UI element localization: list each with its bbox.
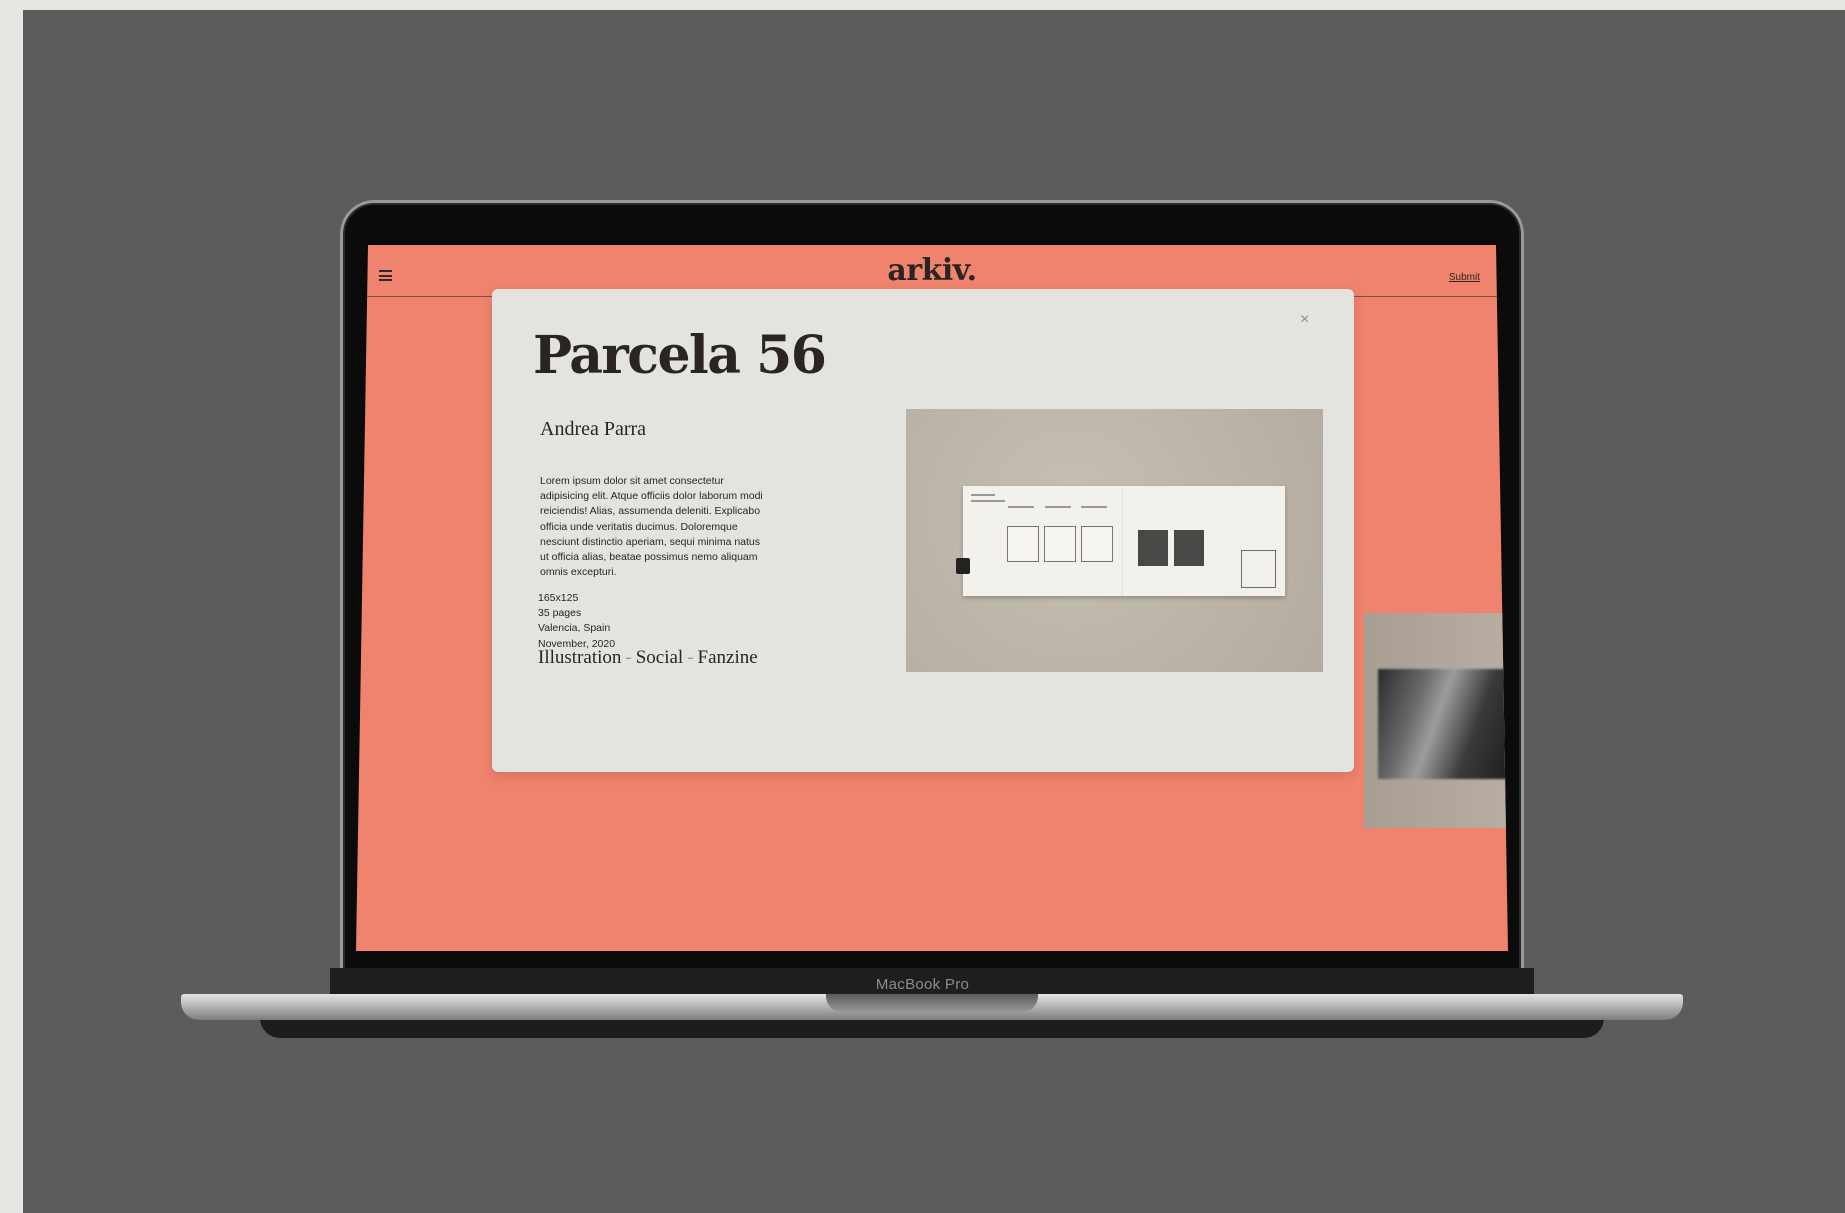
book-spine — [1122, 486, 1124, 596]
open-book-image — [956, 486, 1285, 596]
binder-clip — [956, 558, 970, 574]
laptop-notch — [826, 994, 1038, 1012]
dark-photo-print — [1174, 530, 1204, 566]
info-box-graphic — [1241, 550, 1276, 588]
site-logo[interactable]: arkiv. — [356, 253, 1508, 288]
background-gallery-photo[interactable] — [1364, 613, 1508, 828]
tag-separator: - — [625, 647, 632, 668]
page-title: Parcela 56 — [533, 325, 827, 386]
author-name: Andrea Parra — [540, 418, 647, 440]
book-text-line — [1045, 506, 1071, 508]
detail-modal: × Parcela 56 Andrea Parra Lorem ipsum do… — [492, 289, 1354, 772]
device-model-label: MacBook Pro — [875, 976, 970, 993]
sketch-illustration — [1007, 526, 1039, 562]
book-text-line — [1008, 506, 1034, 508]
fanzine-photo — [906, 409, 1323, 672]
laptop-base-shadow — [260, 1018, 1604, 1038]
tag-list: Illustration - Social - Fanzine — [538, 647, 758, 669]
publication-details: 165x125 35 pages Valencia, Spain Novembe… — [538, 591, 615, 652]
pages-value: 35 pages — [538, 607, 582, 620]
submit-link[interactable]: Submit — [1449, 272, 1480, 283]
tag-item[interactable]: Fanzine — [698, 647, 758, 668]
laptop-screen: arkiv. Submit × Parcela 56 Andrea Parra … — [356, 245, 1508, 951]
photo-figure — [1378, 669, 1508, 779]
book-text-line — [971, 494, 995, 496]
sketch-illustration — [1044, 526, 1076, 562]
size-value: 165x125 — [538, 592, 579, 604]
book-text-line — [971, 500, 1005, 502]
tag-separator: - — [687, 647, 694, 668]
book-text-line — [1081, 506, 1107, 508]
close-icon[interactable]: × — [1300, 311, 1309, 329]
location-value: Valencia, Spain — [538, 622, 611, 635]
tag-item[interactable]: Social — [636, 647, 684, 668]
dark-photo-print — [1138, 530, 1168, 566]
tag-item[interactable]: Illustration — [538, 647, 621, 668]
sketch-illustration — [1081, 526, 1113, 562]
description-text: Lorem ipsum dolor sit amet consectetur a… — [540, 475, 763, 579]
